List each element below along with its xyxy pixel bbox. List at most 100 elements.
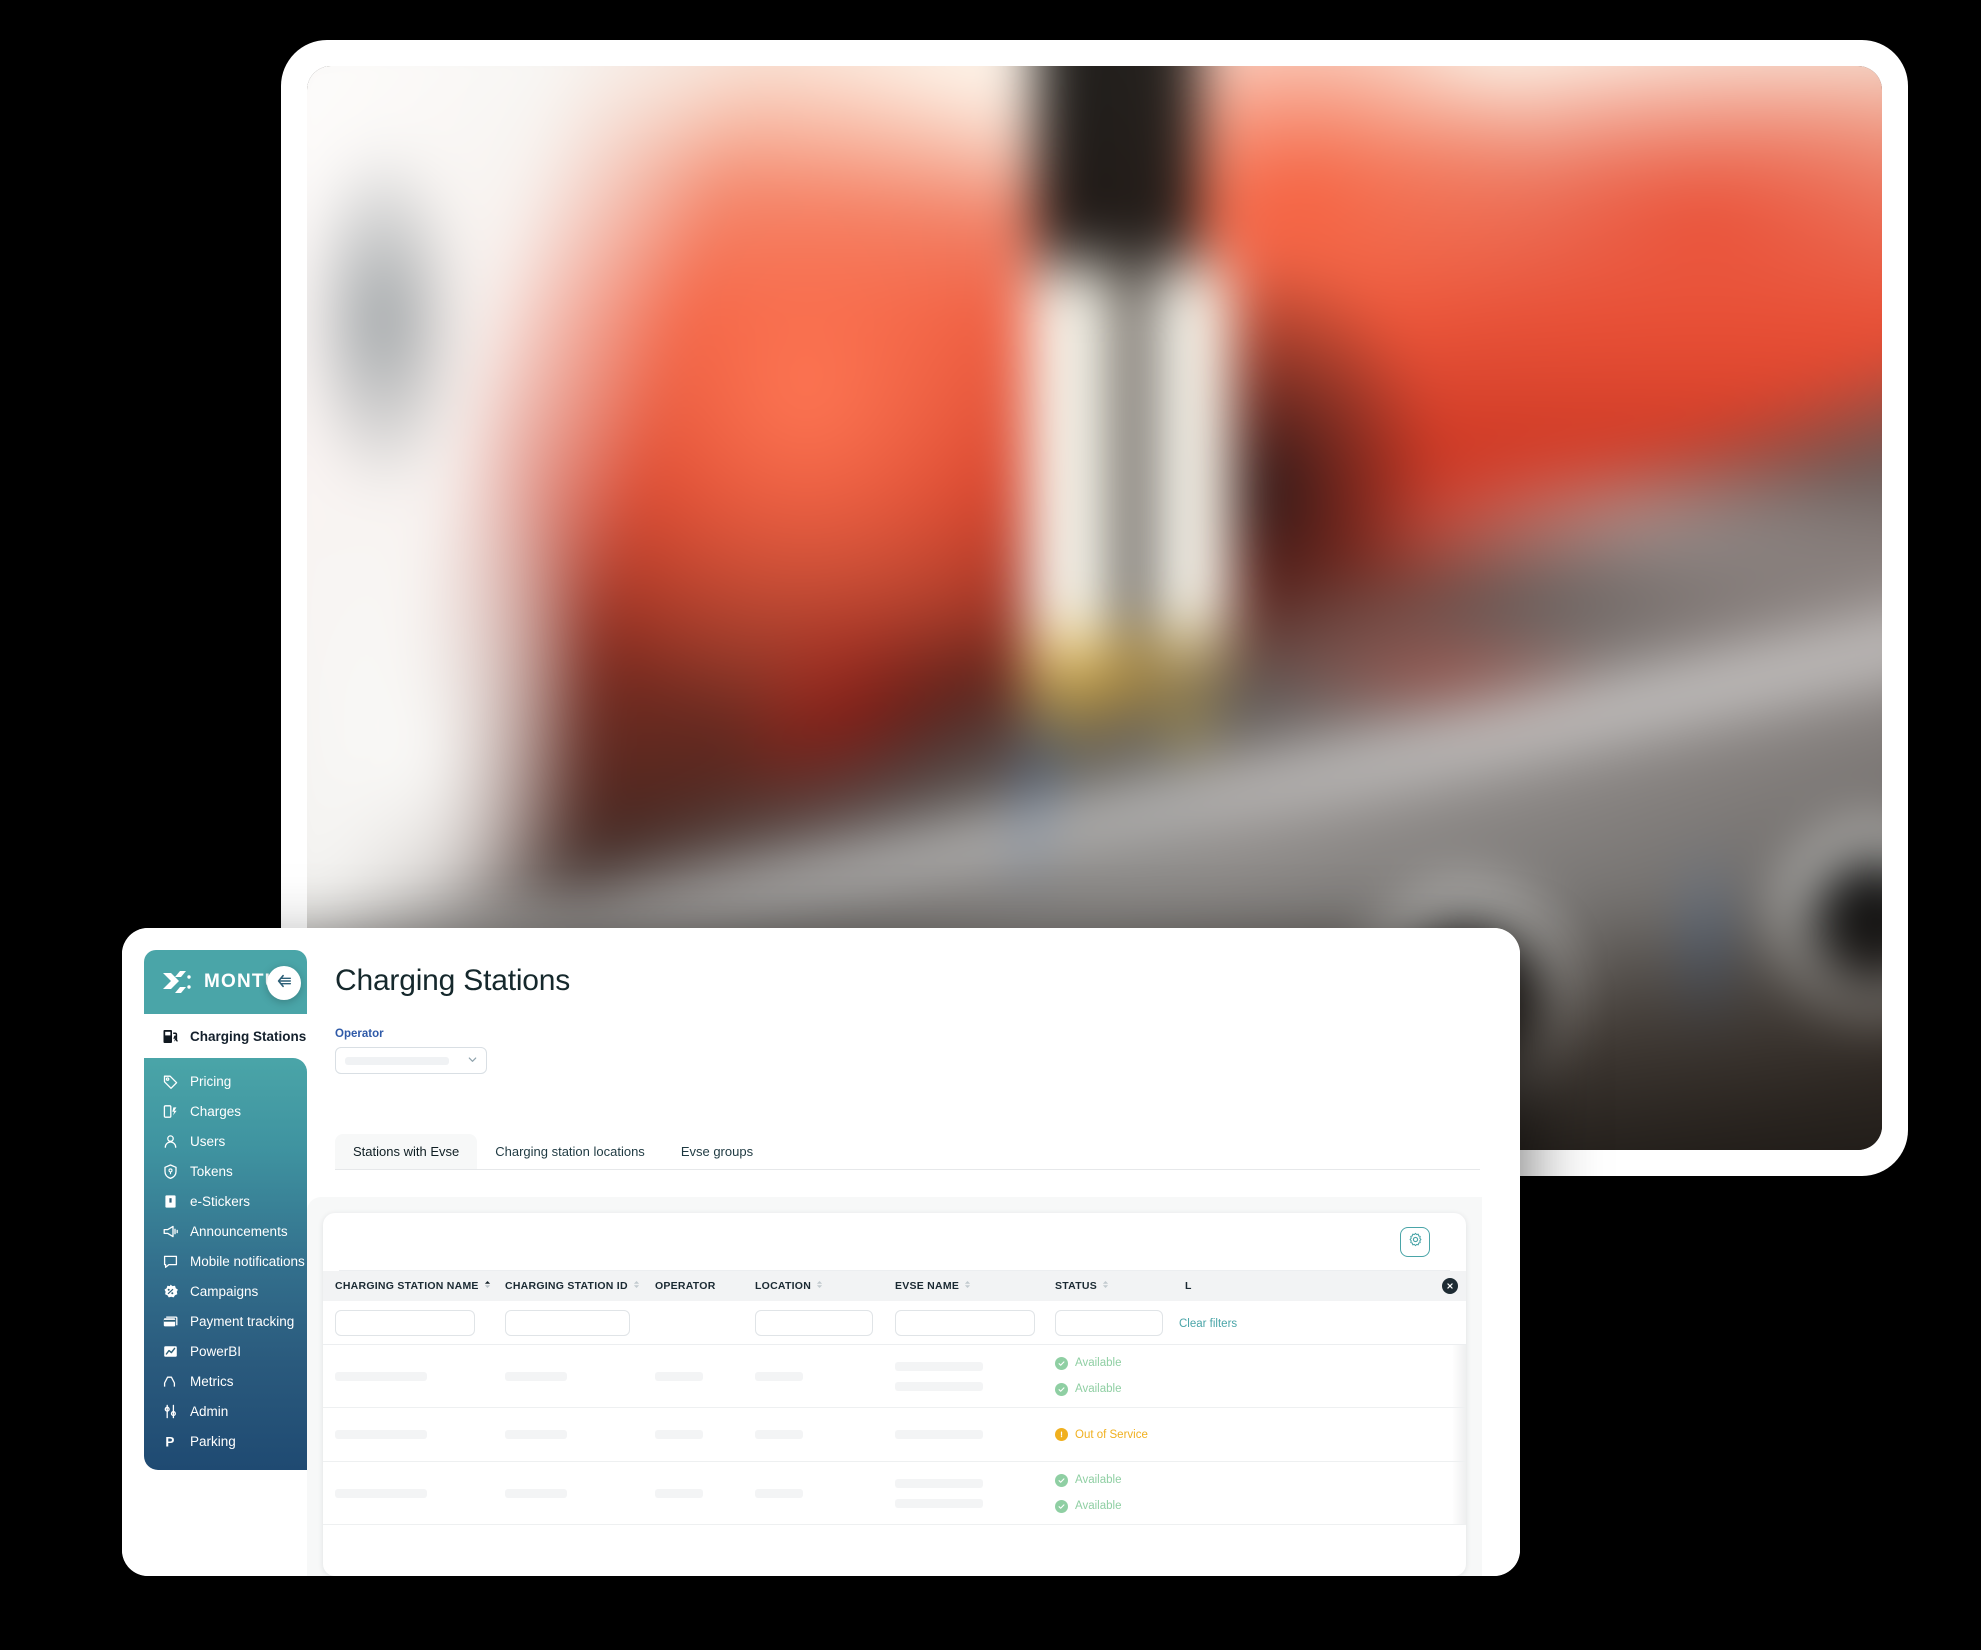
sidebar-item-label: Campaigns xyxy=(190,1283,259,1299)
redacted-value xyxy=(505,1371,567,1381)
sidebar-item-campaigns[interactable]: Campaigns xyxy=(144,1276,307,1306)
sidebar-item-label: Payment tracking xyxy=(190,1313,295,1329)
redacted-value xyxy=(655,1430,703,1439)
filter-input-charging-station-name[interactable] xyxy=(335,1309,475,1336)
sidebar-item-pricing[interactable]: Pricing xyxy=(144,1066,307,1096)
chart-frame-icon xyxy=(162,1343,179,1360)
tab-evse-groups[interactable]: Evse groups xyxy=(662,1134,772,1169)
sort-none-icon xyxy=(816,1280,823,1292)
column-label: L xyxy=(1185,1280,1192,1292)
redacted-value xyxy=(335,1371,427,1381)
check-circle-icon xyxy=(1055,1473,1068,1487)
redacted-value xyxy=(755,1371,803,1381)
sidebar-item-announcements[interactable]: Announcements xyxy=(144,1216,307,1246)
column-label: STATUS xyxy=(1055,1280,1097,1292)
filter-input-evse-name[interactable] xyxy=(895,1309,1035,1336)
status-badge: Available xyxy=(1055,1378,1213,1400)
alert-circle-icon xyxy=(1055,1428,1068,1441)
filter-input-charging-station-id[interactable] xyxy=(505,1309,630,1336)
clear-filters-link[interactable]: Clear filters xyxy=(1179,1318,1237,1330)
battery-bolt-icon xyxy=(162,1103,179,1120)
sidebar-item-parking[interactable]: P Parking xyxy=(144,1426,307,1456)
column-header-evse-name[interactable]: EVSE NAME xyxy=(883,1280,1043,1292)
tag-icon xyxy=(162,1073,179,1090)
sidebar-item-mobile-notifications[interactable]: Mobile notifications xyxy=(144,1246,307,1276)
collapse-left-icon xyxy=(275,972,293,995)
redacted-value xyxy=(655,1488,703,1498)
sidebar-item-charging-stations[interactable]: Charging Stations xyxy=(144,1014,307,1058)
table-settings-button[interactable] xyxy=(1400,1226,1430,1257)
sidebar-item-label: Announcements xyxy=(190,1223,288,1239)
redacted-value xyxy=(895,1478,983,1488)
column-header-truncated[interactable]: L xyxy=(1173,1280,1213,1292)
sidebar-item-charges[interactable]: Charges xyxy=(144,1096,307,1126)
sidebar: MONTU Charging Stations Pricing Charges … xyxy=(122,928,307,1576)
sidebar-item-label: Mobile notifications xyxy=(190,1253,305,1269)
filter-input-status[interactable] xyxy=(1055,1309,1163,1336)
table-header-row: CHARGING STATION NAME CHARGING STATION I… xyxy=(323,1271,1466,1301)
sidebar-item-label: Admin xyxy=(190,1403,229,1419)
column-label: LOCATION xyxy=(755,1280,812,1292)
column-label: EVSE NAME xyxy=(895,1280,960,1292)
redacted-value xyxy=(895,1361,983,1371)
status-badge: Available xyxy=(1055,1352,1213,1374)
sidebar-item-label: Metrics xyxy=(190,1373,234,1389)
sidebar-collapse-button[interactable] xyxy=(267,966,301,1000)
main-content: Charging Stations Operator Stations with… xyxy=(307,928,1520,1576)
operator-select[interactable] xyxy=(335,1047,487,1074)
status-label: Available xyxy=(1075,1383,1122,1395)
table-row[interactable]: Out of Service xyxy=(323,1408,1466,1462)
sort-none-icon xyxy=(633,1280,640,1292)
column-header-charging-station-id[interactable]: CHARGING STATION ID xyxy=(493,1280,643,1292)
table-panel: CHARGING STATION NAME CHARGING STATION I… xyxy=(307,1197,1482,1576)
credit-card-icon xyxy=(162,1313,179,1330)
redacted-value xyxy=(505,1488,567,1498)
sidebar-item-powerbi[interactable]: PowerBI xyxy=(144,1336,307,1366)
sidebar-item-label: Parking xyxy=(190,1433,236,1449)
redacted-value xyxy=(505,1430,567,1439)
tab-stations-with-evse[interactable]: Stations with Evse xyxy=(335,1134,478,1169)
chat-bubble-icon xyxy=(162,1253,179,1270)
sidebar-item-tokens[interactable]: Tokens xyxy=(144,1156,307,1186)
svg-text:P: P xyxy=(165,1434,174,1449)
sidebar-item-payment-tracking[interactable]: Payment tracking xyxy=(144,1306,307,1336)
table-row[interactable]: Available Available xyxy=(323,1345,1466,1408)
table-row[interactable]: Available Available xyxy=(323,1462,1466,1525)
check-circle-icon xyxy=(1055,1382,1068,1396)
sidebar-item-label: Charging Stations xyxy=(190,1028,307,1044)
filter-input-location[interactable] xyxy=(755,1309,873,1336)
gear-icon xyxy=(1408,1232,1423,1252)
sidebar-item-admin[interactable]: Admin xyxy=(144,1396,307,1426)
column-header-operator[interactable]: OPERATOR xyxy=(643,1280,743,1292)
redacted-value xyxy=(335,1430,427,1439)
column-header-location[interactable]: LOCATION xyxy=(743,1280,883,1292)
sidebar-item-label: PowerBI xyxy=(190,1343,242,1359)
sidebar-nav-list: Pricing Charges Users Tokens e-Stickers … xyxy=(144,1058,307,1470)
montu-logo-icon xyxy=(162,969,192,995)
column-header-charging-station-name[interactable]: CHARGING STATION NAME xyxy=(323,1280,493,1292)
close-circle-icon xyxy=(1446,1277,1454,1295)
sidebar-item-metrics[interactable]: Metrics xyxy=(144,1366,307,1396)
sidebar-item-users[interactable]: Users xyxy=(144,1126,307,1156)
charging-station-icon xyxy=(162,1028,179,1045)
tab-charging-station-locations[interactable]: Charging station locations xyxy=(477,1134,663,1169)
row-scroll-shadow xyxy=(1452,1462,1466,1524)
status-label: Available xyxy=(1075,1474,1122,1486)
column-label: CHARGING STATION NAME xyxy=(335,1280,479,1292)
row-scroll-shadow xyxy=(1452,1345,1466,1407)
chevron-down-icon xyxy=(467,1052,478,1070)
row-scroll-shadow xyxy=(1452,1408,1466,1461)
redacted-value xyxy=(895,1498,983,1508)
status-label: Available xyxy=(1075,1500,1122,1512)
sidebar-item-label: Tokens xyxy=(190,1163,233,1179)
redacted-value xyxy=(755,1430,803,1439)
close-column-button[interactable] xyxy=(1442,1278,1458,1294)
sidebar-item-label: Pricing xyxy=(190,1073,232,1089)
column-header-status[interactable]: STATUS xyxy=(1043,1280,1173,1292)
operator-select-value xyxy=(345,1056,449,1065)
sidebar-item-e-stickers[interactable]: e-Stickers xyxy=(144,1186,307,1216)
status-label: Out of Service xyxy=(1075,1428,1148,1441)
sidebar-item-label: Users xyxy=(190,1133,226,1149)
sort-none-icon xyxy=(1102,1280,1109,1292)
screenshot-root: MONTU Charging Stations Pricing Charges … xyxy=(0,0,1981,1650)
